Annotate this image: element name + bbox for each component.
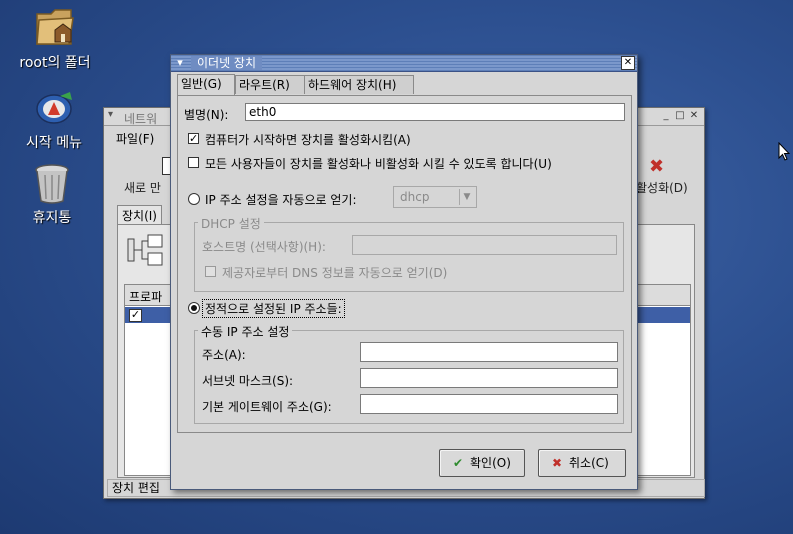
cancel-icon: ✖: [551, 456, 563, 470]
window-menu-icon[interactable]: ▾: [108, 109, 113, 120]
trash-icon: [32, 163, 72, 205]
allow-users-label[interactable]: 모든 사용자들이 장치를 활성화나 비활성화 시킬 수 있도록 합니다(U): [205, 155, 552, 172]
ok-button-label: 확인(O): [470, 456, 511, 470]
manual-group-title: 수동 IP 주소 설정: [198, 323, 293, 340]
activate-on-start-label[interactable]: 컴퓨터가 시작하면 장치를 활성화시킴(A): [205, 131, 411, 148]
window-menu-icon[interactable]: ▾: [173, 56, 187, 70]
static-ip-label[interactable]: 정적으로 설정된 IP 주소들:: [202, 299, 345, 318]
tab-route[interactable]: 라우트(R): [235, 75, 305, 94]
auto-ip-method-value: dhcp: [400, 190, 430, 204]
subnet-input[interactable]: [360, 368, 618, 388]
menu-file[interactable]: 파일(F): [116, 130, 154, 147]
close-icon[interactable]: ✕: [688, 110, 700, 122]
minimize-icon[interactable]: _: [660, 110, 672, 122]
toolbar-deactivate-label[interactable]: 활성화(D): [636, 179, 688, 196]
hostname-label: 호스트명 (선택사항)(H):: [202, 240, 326, 254]
tab-devices[interactable]: 장치(I): [117, 205, 162, 225]
static-ip-radio[interactable]: [188, 302, 200, 314]
nickname-input[interactable]: eth0: [245, 103, 625, 121]
desktop-icon-home-folder[interactable]: root의 폴더: [0, 4, 110, 72]
chevron-down-icon: ▼: [459, 189, 474, 205]
tab-hardware[interactable]: 하드웨어 장치(H): [304, 75, 414, 94]
dhcp-settings-group: [194, 222, 624, 292]
maximize-icon[interactable]: □: [674, 110, 686, 122]
desktop-icon-start-menu[interactable]: 시작 메뉴: [0, 88, 109, 152]
nickname-label: 별명(N):: [184, 108, 229, 122]
toolbar-new-label[interactable]: 새로 만: [124, 179, 161, 196]
address-label: 주소(A):: [202, 348, 246, 362]
dialog-title: 이더넷 장치: [191, 56, 263, 70]
cancel-button[interactable]: ✖ 취소(C): [538, 449, 626, 477]
ethernet-device-dialog: ▾ 이더넷 장치 ✕ 일반(G) 라우트(R) 하드웨어 장치(H) 별명(N)…: [170, 54, 638, 490]
desktop-icon-label: 휴지통: [32, 210, 72, 226]
general-tab-panel: 별명(N): eth0 ✓ 컴퓨터가 시작하면 장치를 활성화시킴(A) 모든 …: [177, 95, 632, 433]
desktop-icon-trash[interactable]: 휴지통: [0, 163, 107, 227]
gateway-input[interactable]: [360, 394, 618, 414]
desktop-icon-label: 시작 메뉴: [26, 135, 82, 151]
auto-ip-method-select[interactable]: dhcp ▼: [393, 186, 477, 208]
subnet-label: 서브넷 마스크(S):: [202, 374, 294, 388]
dns-from-provider-checkbox[interactable]: [205, 266, 216, 277]
dns-from-provider-label[interactable]: 제공자로부터 DNS 정보를 자동으로 얻기(D): [222, 264, 447, 281]
cancel-button-label: 취소(C): [569, 456, 609, 470]
ok-button[interactable]: ✔ 확인(O): [439, 449, 525, 477]
dhcp-group-title: DHCP 설정: [198, 215, 264, 232]
activate-on-start-checkbox[interactable]: ✓: [188, 133, 199, 144]
hostname-input[interactable]: [352, 235, 617, 255]
auto-ip-label[interactable]: IP 주소 설정을 자동으로 얻기:: [205, 191, 357, 208]
dialog-titlebar[interactable]: ▾ 이더넷 장치 ✕: [171, 55, 637, 72]
bg-window-title: 네트워: [124, 112, 158, 126]
folder-home-icon: [31, 4, 79, 50]
mouse-cursor-icon: [778, 141, 791, 165]
deactivate-icon[interactable]: ✖: [649, 156, 664, 177]
desktop-icon-label: root의 폴더: [19, 55, 91, 71]
network-device-icon: [126, 233, 170, 272]
column-header-label: 프로파: [129, 290, 163, 304]
profile-checkbox[interactable]: ✓: [129, 309, 142, 322]
address-input[interactable]: [360, 342, 618, 362]
allow-users-checkbox[interactable]: [188, 157, 199, 168]
auto-ip-radio[interactable]: [188, 193, 200, 205]
checkmark-icon: ✔: [452, 456, 464, 470]
tab-general[interactable]: 일반(G): [177, 74, 235, 95]
close-icon[interactable]: ✕: [621, 56, 635, 70]
compass-icon: [30, 88, 78, 130]
gateway-label: 기본 게이트웨이 주소(G):: [202, 400, 332, 414]
